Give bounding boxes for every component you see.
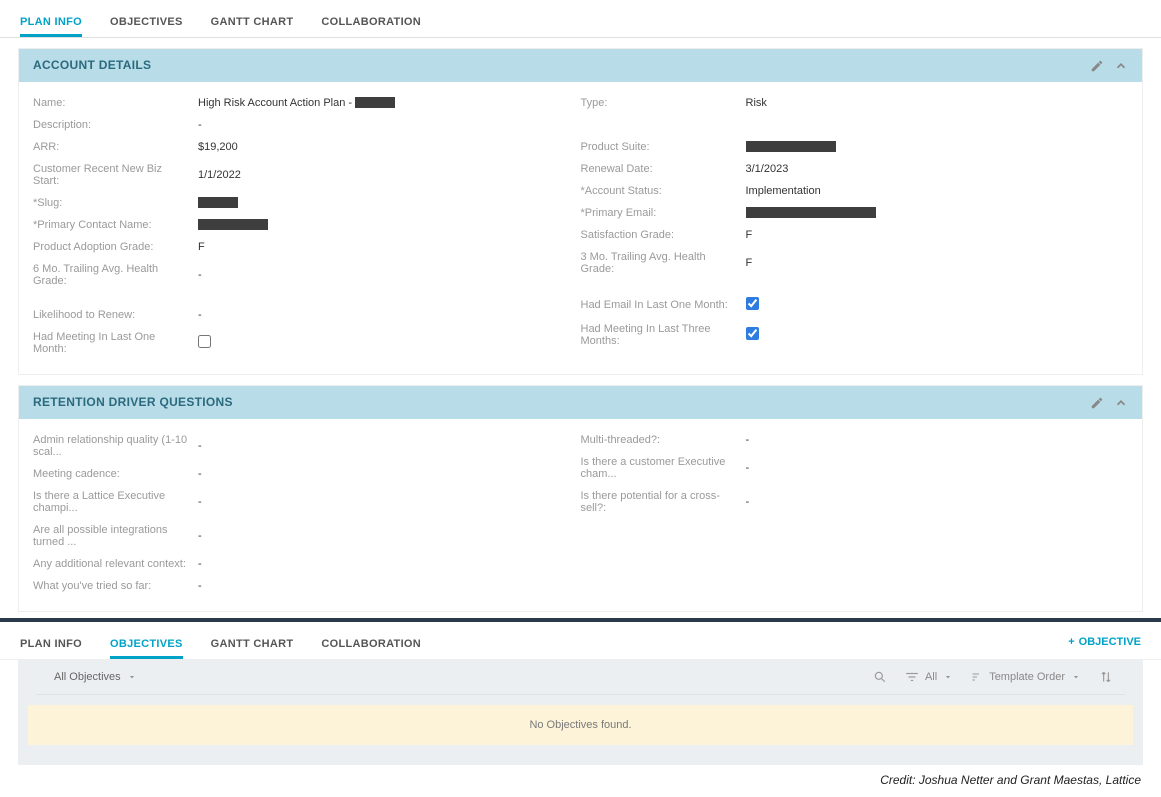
tab-plan-info[interactable]: PLAN INFO bbox=[20, 10, 82, 37]
sort-icon bbox=[971, 671, 983, 683]
label-context: Any additional relevant context: bbox=[33, 558, 198, 570]
label-lattice-champ: Is there a Lattice Executive champi... bbox=[33, 490, 198, 514]
value-health3: F bbox=[746, 257, 753, 269]
label-slug: *Slug: bbox=[33, 197, 198, 209]
redacted-text bbox=[746, 207, 876, 218]
search-icon[interactable] bbox=[873, 669, 887, 684]
value-exec-champ: - bbox=[746, 462, 750, 474]
label-adoption: Product Adoption Grade: bbox=[33, 241, 198, 253]
label-health3: 3 Mo. Trailing Avg. Health Grade: bbox=[581, 251, 746, 275]
collapse-icon[interactable] bbox=[1114, 395, 1128, 410]
tab2-plan-info[interactable]: PLAN INFO bbox=[20, 632, 82, 659]
value-renew-likelihood: - bbox=[198, 309, 202, 321]
tabs-bottom: PLAN INFO OBJECTIVES GANTT CHART COLLABO… bbox=[20, 632, 421, 659]
label-health6: 6 Mo. Trailing Avg. Health Grade: bbox=[33, 263, 198, 287]
tab2-objectives[interactable]: OBJECTIVES bbox=[110, 632, 183, 659]
value-type: Risk bbox=[746, 97, 767, 109]
value-newbiz: 1/1/2022 bbox=[198, 169, 241, 181]
tab2-collaboration[interactable]: COLLABORATION bbox=[321, 632, 421, 659]
label-meeting1: Had Meeting In Last One Month: bbox=[33, 331, 198, 355]
value-adoption: F bbox=[198, 241, 205, 253]
panel-header-account-details: ACCOUNT DETAILS bbox=[19, 49, 1142, 82]
value-primary-contact bbox=[198, 219, 268, 231]
edit-icon[interactable] bbox=[1090, 395, 1104, 410]
order-dropdown[interactable]: Template Order bbox=[971, 671, 1081, 683]
panel-title: RETENTION DRIVER QUESTIONS bbox=[33, 395, 233, 409]
label-tried: What you've tried so far: bbox=[33, 580, 198, 592]
label-admin-quality: Admin relationship quality (1-10 scal... bbox=[33, 434, 198, 458]
label-primary-email: *Primary Email: bbox=[581, 207, 746, 219]
label-name: Name: bbox=[33, 97, 198, 109]
redacted-text bbox=[198, 219, 268, 230]
value-multithread: - bbox=[746, 434, 750, 446]
value-cross-sell: - bbox=[746, 496, 750, 508]
value-account-status: Implementation bbox=[746, 185, 821, 197]
value-cadence: - bbox=[198, 468, 202, 480]
tab2-gantt[interactable]: GANTT CHART bbox=[211, 632, 294, 659]
empty-state: No Objectives found. bbox=[28, 705, 1133, 745]
label-integrations: Are all possible integrations turned ... bbox=[33, 524, 198, 548]
redacted-text bbox=[198, 197, 238, 208]
value-context: - bbox=[198, 558, 202, 570]
chevron-down-icon bbox=[943, 672, 953, 682]
label-primary-contact: *Primary Contact Name: bbox=[33, 219, 198, 231]
label-account-status: *Account Status: bbox=[581, 185, 746, 197]
panel-retention: RETENTION DRIVER QUESTIONS Admin relatio… bbox=[18, 385, 1143, 612]
label-meeting3: Had Meeting In Last Three Months: bbox=[581, 323, 746, 347]
plus-icon: + bbox=[1068, 636, 1074, 648]
label-had-email: Had Email In Last One Month: bbox=[581, 299, 746, 311]
label-renew-likelihood: Likelihood to Renew: bbox=[33, 309, 198, 321]
credit-line: Credit: Joshua Netter and Grant Maestas,… bbox=[0, 765, 1161, 787]
label-exec-champ: Is there a customer Executive cham... bbox=[581, 456, 746, 480]
checkbox-meeting-3mo[interactable] bbox=[746, 327, 759, 340]
panel-header-retention: RETENTION DRIVER QUESTIONS bbox=[19, 386, 1142, 419]
label-arr: ARR: bbox=[33, 141, 198, 153]
value-lattice-champ: - bbox=[198, 496, 202, 508]
label-multithread: Multi-threaded?: bbox=[581, 434, 746, 446]
value-description: - bbox=[198, 119, 202, 131]
filters-bar: All Objectives All Template Order bbox=[36, 660, 1125, 695]
value-name: High Risk Account Action Plan - bbox=[198, 97, 395, 109]
tab-gantt[interactable]: GANTT CHART bbox=[211, 10, 294, 37]
label-renewal-date: Renewal Date: bbox=[581, 163, 746, 175]
tabs-top: PLAN INFO OBJECTIVES GANTT CHART COLLABO… bbox=[0, 10, 1161, 38]
label-description: Description: bbox=[33, 119, 198, 131]
sort-direction-icon[interactable] bbox=[1099, 669, 1113, 684]
filter-icon bbox=[905, 672, 919, 682]
value-health6: - bbox=[198, 269, 202, 281]
tab-objectives[interactable]: OBJECTIVES bbox=[110, 10, 183, 37]
collapse-icon[interactable] bbox=[1114, 58, 1128, 73]
value-product-suite bbox=[746, 141, 836, 153]
panel-title: ACCOUNT DETAILS bbox=[33, 58, 151, 72]
checkbox-meeting-1mo[interactable] bbox=[198, 335, 211, 348]
checkbox-email-1mo[interactable] bbox=[746, 297, 759, 310]
label-product-suite: Product Suite: bbox=[581, 141, 746, 153]
label-cross-sell: Is there potential for a cross-sell?: bbox=[581, 490, 746, 514]
value-satisfaction: F bbox=[746, 229, 753, 241]
add-objective-button[interactable]: + OBJECTIVE bbox=[1068, 632, 1141, 659]
label-type: Type: bbox=[581, 97, 746, 109]
chevron-down-icon bbox=[1071, 672, 1081, 682]
label-satisfaction: Satisfaction Grade: bbox=[581, 229, 746, 241]
value-slug bbox=[198, 197, 238, 209]
value-tried: - bbox=[198, 580, 202, 592]
value-renewal-date: 3/1/2023 bbox=[746, 163, 789, 175]
label-cadence: Meeting cadence: bbox=[33, 468, 198, 480]
redacted-text bbox=[355, 97, 395, 108]
value-admin-quality: - bbox=[198, 440, 202, 452]
tab-collaboration[interactable]: COLLABORATION bbox=[321, 10, 421, 37]
label-newbiz: Customer Recent New Biz Start: bbox=[33, 163, 198, 187]
panel-account-details: ACCOUNT DETAILS Name: High Risk Account … bbox=[18, 48, 1143, 375]
value-integrations: - bbox=[198, 530, 202, 542]
edit-icon[interactable] bbox=[1090, 58, 1104, 73]
filter-all-dropdown[interactable]: All bbox=[905, 671, 953, 683]
redacted-text bbox=[746, 141, 836, 152]
value-arr: $19,200 bbox=[198, 141, 238, 153]
scope-dropdown[interactable]: All Objectives bbox=[48, 668, 143, 686]
value-primary-email bbox=[746, 207, 876, 219]
chevron-down-icon bbox=[127, 672, 137, 682]
